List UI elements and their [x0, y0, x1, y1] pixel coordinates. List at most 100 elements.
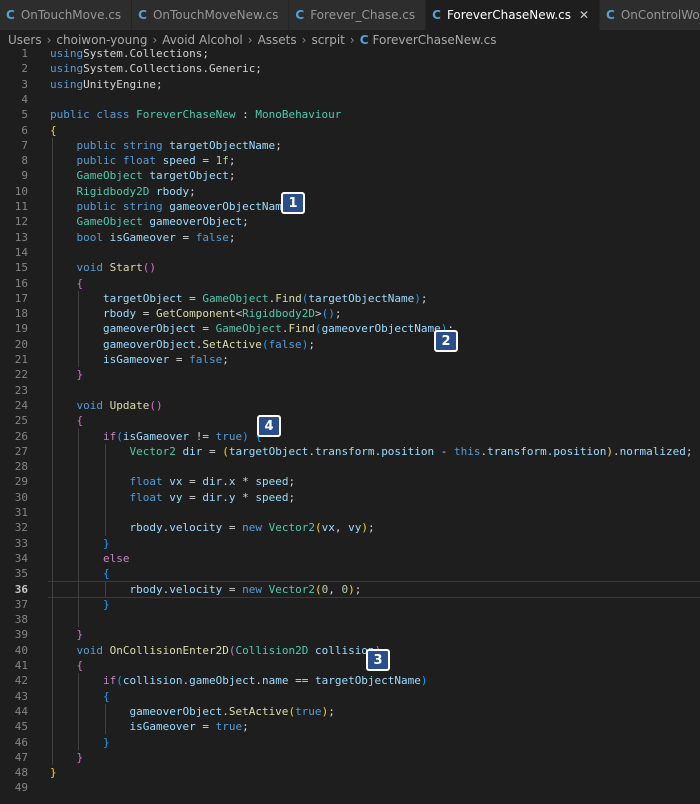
line-number: 33	[14, 536, 28, 550]
code-token: else	[102, 551, 130, 565]
breadcrumb-item[interactable]: choiwon-young	[56, 33, 147, 47]
code-line: 3 usingUnityEngine;	[0, 77, 700, 92]
code-token: ;	[228, 154, 236, 168]
code-token: new	[242, 582, 262, 596]
code-text: {	[50, 276, 84, 291]
code-token: .	[222, 490, 229, 504]
code-editor[interactable]: 1 usingSystem.Collections; 2 usingSystem.Co…	[0, 46, 700, 804]
code-token: rbody	[129, 582, 163, 596]
code-token: )	[348, 582, 355, 596]
code-text: bool isGameover = false;	[50, 230, 236, 245]
code-token: true	[215, 720, 243, 734]
line-number: 6	[21, 123, 28, 137]
line-number: 46	[14, 735, 28, 749]
code-token: gameoverObject	[149, 215, 243, 229]
line-number: 24	[14, 398, 28, 412]
breadcrumb-item[interactable]: Avoid Alcohol	[162, 33, 242, 47]
code-token: ,	[334, 521, 349, 535]
code-token: ;	[288, 490, 296, 504]
code-token: float	[129, 475, 163, 489]
breadcrumb-item[interactable]: ForeverChaseNew.cs	[373, 33, 497, 47]
code-token: System.Collections.Generic;	[83, 62, 262, 76]
code-line: 14	[0, 245, 700, 260]
breadcrumb-item[interactable]: Assets	[258, 33, 297, 47]
code-token: =	[222, 521, 243, 535]
code-line: 47 }	[0, 750, 700, 765]
code-line: 13 bool isGameover = false;	[0, 230, 700, 245]
code-token: ;	[242, 215, 249, 229]
code-token: isGameover	[109, 230, 176, 244]
breadcrumb-item[interactable]: scrpit	[311, 33, 344, 47]
code-token: 1f	[215, 154, 229, 168]
code-line: 12 GameObject gameoverObject;	[0, 214, 700, 229]
code-token: Collision2D	[235, 643, 309, 657]
line-number: 5	[21, 108, 28, 122]
annotation-badge-4: 4	[257, 415, 281, 437]
line-number: 41	[14, 659, 28, 672]
indent-guide	[52, 137, 53, 766]
code-token: targetObjectName	[314, 674, 421, 688]
code-line: 48}	[0, 765, 700, 780]
code-text: }	[50, 597, 110, 612]
code-line: 22 }	[0, 367, 700, 382]
code-token: {	[76, 659, 84, 672]
code-text: gameoverObject.SetActive(true);	[50, 704, 335, 719]
code-token: {	[102, 567, 110, 581]
code-token: ;	[328, 704, 335, 718]
code-token: isGameover	[129, 720, 196, 734]
code-token: Find	[275, 291, 302, 305]
tab-4[interactable]: C OnControlWorld	[600, 0, 700, 30]
code-token: ;	[189, 184, 196, 198]
code-token: ;	[420, 291, 428, 305]
line-number: 45	[14, 720, 28, 734]
close-icon[interactable]: ✕	[579, 8, 589, 22]
breadcrumb-item[interactable]: Users	[8, 33, 42, 47]
code-token: >	[314, 307, 322, 321]
code-text: targetObject = GameObject.Find(targetObj…	[50, 291, 428, 306]
code-token: Rigidbody2D	[242, 307, 315, 321]
tab-2[interactable]: C Forever_Chase.cs	[289, 0, 427, 30]
line-number: 10	[14, 184, 28, 198]
code-token: speed	[162, 154, 196, 168]
code-line: 46 }	[0, 735, 700, 750]
code-line: 18 rbody = GetComponent<Rigidbody2D>();	[0, 306, 700, 321]
code-text: float vy = dir.y * speed;	[50, 490, 295, 505]
code-token: if	[102, 429, 117, 443]
tab-0[interactable]: C OnTouchMove.cs	[0, 0, 133, 30]
code-token: false	[268, 337, 302, 351]
code-token: .	[255, 674, 262, 688]
tab-label: Forever_Chase.cs	[310, 8, 416, 22]
code-token: }	[102, 597, 110, 611]
code-token: =	[175, 230, 196, 244]
code-token: GameObject	[76, 215, 143, 229]
line-number: 15	[14, 261, 28, 275]
code-token: void	[76, 398, 104, 412]
code-token: {	[50, 123, 57, 137]
line-number: 12	[14, 215, 28, 229]
code-token: =	[195, 720, 216, 734]
code-text: isGameover = false;	[50, 352, 229, 367]
code-text: void OnCollisionEnter2D(Collision2D coll…	[50, 643, 382, 658]
code-token: Find	[288, 322, 315, 336]
code-token: =	[169, 353, 190, 366]
code-token: using	[50, 62, 84, 76]
code-token: }	[102, 536, 110, 550]
tab-3[interactable]: C ForeverChaseNew.cs ✕	[426, 0, 601, 30]
line-number: 30	[14, 490, 28, 504]
code-text: Vector2 dir = (targetObject.transform.po…	[50, 444, 692, 459]
code-token: using	[50, 47, 84, 60]
code-token: }	[102, 735, 110, 749]
tab-1[interactable]: C OnTouchMoveNew.cs	[132, 0, 290, 30]
line-number: 49	[14, 781, 28, 795]
